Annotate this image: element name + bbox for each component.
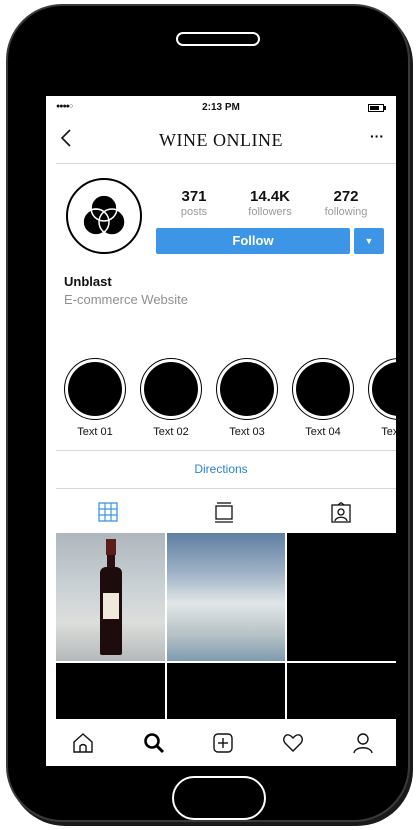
bio-text: E-commerce Website: [64, 292, 189, 307]
tagged-icon[interactable]: [330, 502, 352, 529]
heart-icon[interactable]: [282, 732, 304, 759]
home-icon[interactable]: [72, 732, 94, 759]
top-nav: WINE ONLINE ···: [46, 126, 396, 156]
username: Unblast: [64, 274, 112, 289]
bottom-nav: [46, 726, 396, 766]
speaker-grille: [176, 32, 260, 46]
highlight-circle[interactable]: [64, 358, 126, 420]
page-title: WINE ONLINE: [159, 130, 283, 150]
directions-link[interactable]: Directions: [46, 462, 396, 476]
highlight-circle[interactable]: [368, 358, 396, 420]
header-divider: [56, 163, 396, 164]
stat-followers[interactable]: 14.4K followers: [235, 188, 305, 218]
grid-photo-wine-bottle[interactable]: [56, 533, 165, 661]
highlight-circle[interactable]: [292, 358, 354, 420]
highlights-divider: [56, 450, 396, 451]
highlight-label: Text 05: [381, 426, 396, 438]
status-bar: ●●●●○ 2:13 PM: [46, 96, 396, 118]
logo-icon: [82, 194, 126, 236]
search-icon[interactable]: [143, 732, 165, 759]
stat-label: following: [324, 206, 368, 218]
stat-following[interactable]: 272 following: [311, 188, 381, 218]
stat-label: followers: [248, 206, 292, 218]
directions-divider: [56, 488, 396, 489]
grid-photo[interactable]: [167, 663, 285, 719]
highlight-label: Text 02: [153, 426, 189, 438]
stat-value: 14.4K: [249, 188, 291, 205]
status-time: 2:13 PM: [202, 102, 240, 113]
stat-label: posts: [180, 206, 208, 218]
add-post-icon[interactable]: [212, 732, 234, 759]
stat-value: 371: [181, 188, 207, 205]
feed-icon[interactable]: [214, 502, 234, 529]
wine-bottle-image: [100, 539, 122, 655]
app-screen: ●●●●○ 2:13 PM WINE ONLINE ··· 371 posts: [46, 96, 396, 766]
highlight-label: Text 04: [305, 426, 341, 438]
profile-icon[interactable]: [352, 732, 374, 759]
more-dots-icon[interactable]: ···: [370, 128, 384, 144]
grid-icon[interactable]: [98, 502, 118, 527]
grid-photo[interactable]: [287, 663, 396, 719]
stat-posts[interactable]: 371 posts: [159, 188, 229, 218]
grid-photo[interactable]: [56, 663, 165, 719]
highlight-circle[interactable]: [140, 358, 202, 420]
grid-photo-waves[interactable]: [167, 533, 285, 661]
follow-button[interactable]: Follow: [156, 228, 350, 254]
home-button[interactable]: [172, 776, 266, 820]
highlight-label: Text 03: [229, 426, 265, 438]
grid-photo[interactable]: [287, 533, 396, 661]
follow-dropdown-button[interactable]: ▼: [354, 228, 384, 254]
photo-grid: [56, 533, 396, 719]
highlight-circle[interactable]: [216, 358, 278, 420]
phone-frame: ●●●●○ 2:13 PM WINE ONLINE ··· 371 posts: [6, 4, 410, 822]
battery-icon: [368, 104, 386, 112]
avatar[interactable]: [66, 178, 142, 254]
stat-value: 272: [333, 188, 359, 205]
highlight-label: Text 01: [77, 426, 113, 438]
